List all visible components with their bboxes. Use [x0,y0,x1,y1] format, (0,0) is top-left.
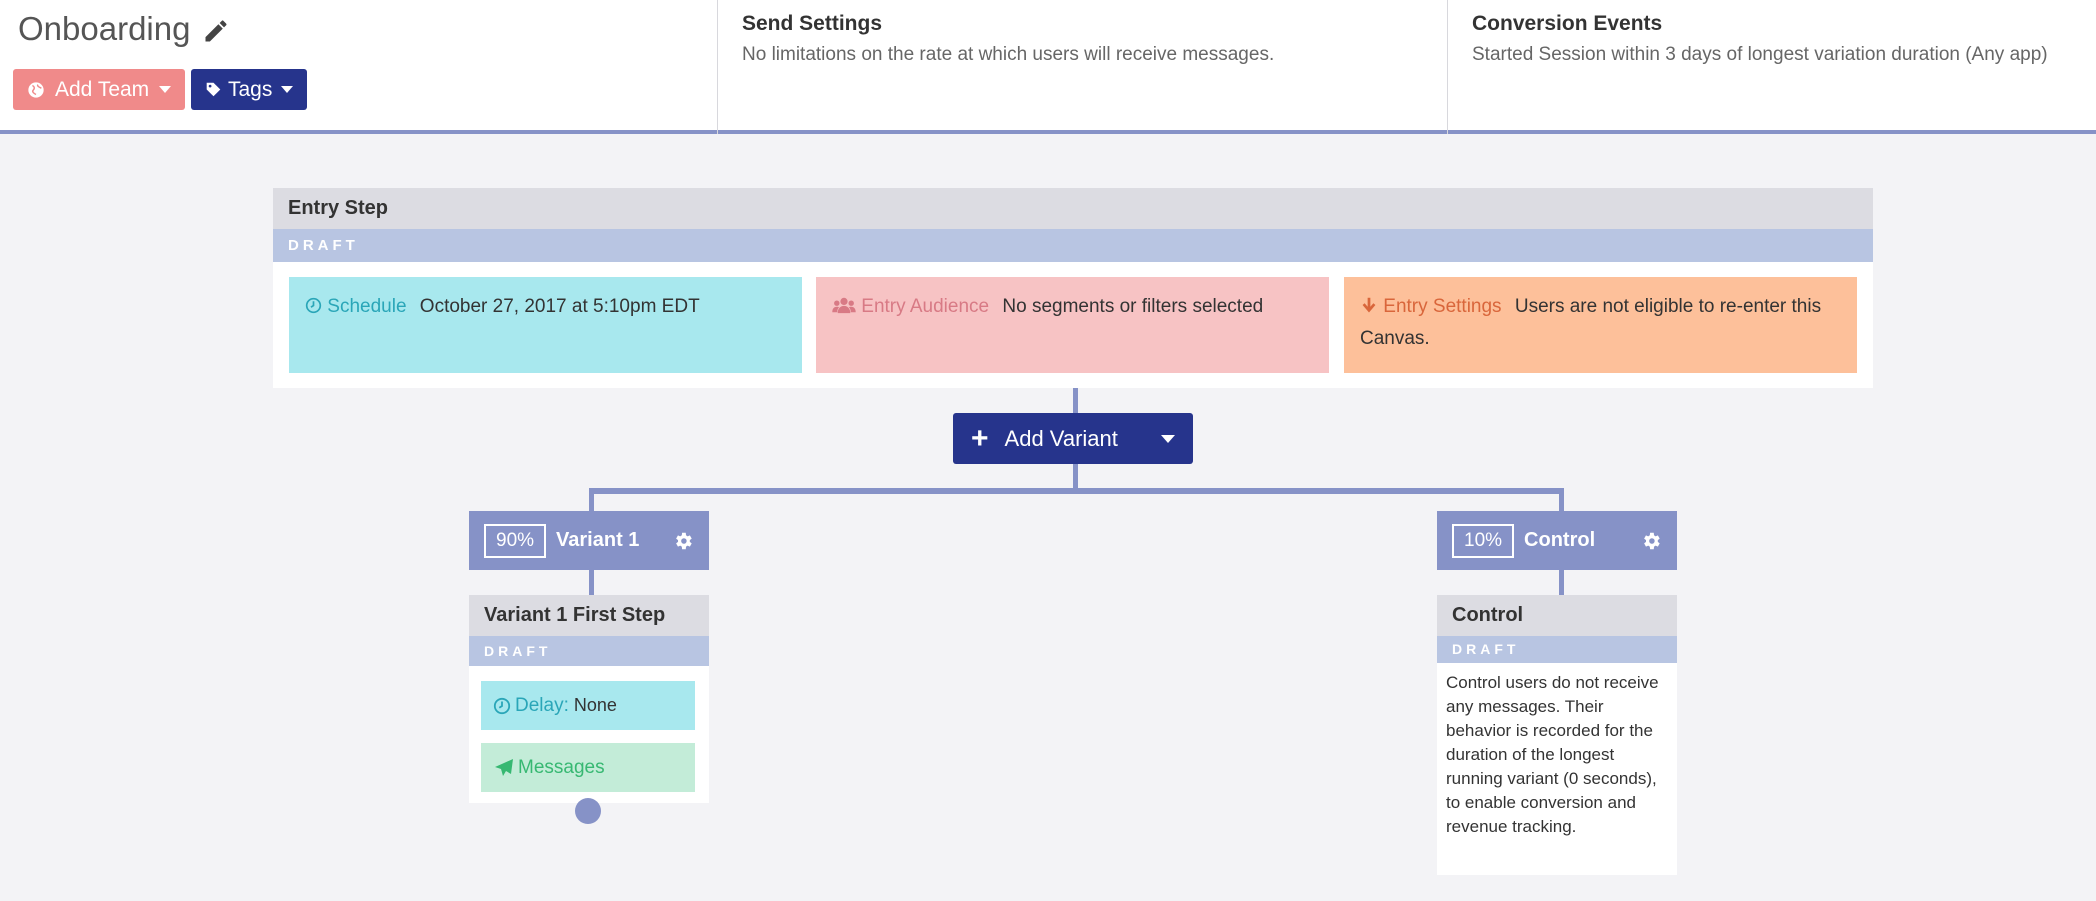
tags-button[interactable]: Tags [191,69,307,110]
delay-pill[interactable]: Delay: None [481,681,695,730]
globe-icon [27,81,45,99]
schedule-label-wrap: Schedule [305,296,420,317]
send-settings-text: No limitations on the rate at which user… [742,44,1275,65]
entry-audience-box[interactable]: Entry Audience No segments or filters se… [816,277,1329,373]
variant-name: Control [1524,529,1596,551]
add-variant-label: Add Variant [1004,425,1118,451]
page-title-text: Onboarding [18,10,191,47]
entry-audience-label: Entry Audience [861,296,990,317]
connector-line [1559,488,1564,511]
add-team-label: Add Team [55,77,150,101]
entry-step-card[interactable]: Entry Step DRAFT Schedule October 27, 20… [273,188,1873,388]
conversion-events-text: Started Session within 3 days of longest… [1472,44,2048,65]
variant-header-control[interactable]: 10% Control [1437,511,1677,570]
conversion-events-section[interactable]: Conversion Events Started Session within… [1448,0,2096,134]
conversion-events-heading: Conversion Events [1472,12,1663,35]
chevron-down-icon [281,86,293,93]
add-team-button[interactable]: Add Team [13,69,185,110]
add-variant-button[interactable]: + Add Variant [953,413,1193,464]
users-icon [832,297,856,314]
delay-value: None [573,695,617,715]
status-badge: DRAFT [469,636,709,666]
audience-label-wrap: Entry Audience [832,296,1002,317]
settings-label-wrap: Entry Settings [1360,296,1515,317]
page-title: Onboarding [18,10,230,48]
connector-line [589,570,594,595]
schedule-box[interactable]: Schedule October 27, 2017 at 5:10pm EDT [289,277,802,373]
entry-settings-label: Entry Settings [1383,296,1502,317]
tag-icon [205,81,222,98]
tags-label: Tags [228,77,273,101]
step-title: Variant 1 First Step [469,595,709,636]
variant-name: Variant 1 [556,529,640,551]
variant-percent[interactable]: 10% [1452,523,1515,558]
send-settings-section[interactable]: Send Settings No limitations on the rate… [718,0,1448,134]
connector-line [1073,388,1078,413]
chevron-down-icon [159,86,171,93]
control-description: Control users do not receive any message… [1446,673,1659,836]
control-step-card[interactable]: Control DRAFT Control users do not recei… [1437,595,1677,875]
pencil-icon[interactable] [202,15,230,43]
step-title: Control [1437,595,1677,636]
plus-icon: + [971,421,989,455]
chevron-down-icon[interactable] [1161,434,1175,443]
messages-pill[interactable]: Messages [481,743,695,792]
entry-settings-box[interactable]: Entry Settings Users are not eligible to… [1344,277,1857,373]
entry-audience-value: No segments or filters selected [1002,296,1264,317]
variant-1-step-card[interactable]: Variant 1 First Step DRAFT Delay: None M… [469,595,709,803]
variant-header-variant-1[interactable]: 90% Variant 1 [469,511,709,570]
canvas-header: Onboarding Add Team Tags Send Settings N… [0,0,2096,134]
clock-icon [305,297,322,314]
connector-line [589,488,1564,494]
gear-icon[interactable] [1640,530,1662,552]
messages-label: Messages [518,756,605,778]
gear-icon[interactable] [672,530,694,552]
entry-step-title: Entry Step [273,188,1873,229]
status-badge: DRAFT [1437,636,1677,663]
connector-line [1559,570,1564,595]
status-badge: DRAFT [273,229,1873,262]
send-settings-heading: Send Settings [742,12,883,35]
schedule-label: Schedule [327,296,407,317]
header-title-section: Onboarding Add Team Tags [0,0,718,134]
schedule-value: October 27, 2017 at 5:10pm EDT [419,296,700,317]
variant-percent[interactable]: 90% [484,523,547,558]
clock-icon [493,697,511,714]
add-step-handle[interactable] [575,798,601,824]
paper-plane-icon [495,758,513,776]
arrow-down-icon [1362,297,1376,313]
connector-line [589,488,594,511]
delay-label: Delay: [515,694,569,716]
